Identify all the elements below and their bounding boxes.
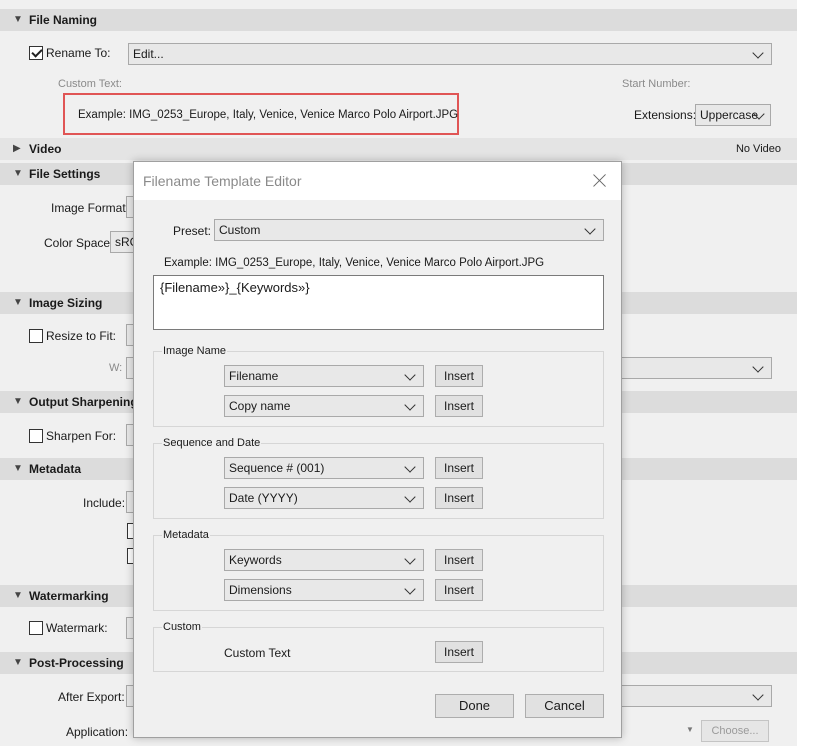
example-highlight-box: Example: IMG_0253_Europe, Italy, Venice,… (63, 93, 459, 135)
image-name-token-select[interactable]: Filename (224, 365, 424, 387)
resize-to-fit-checkbox[interactable] (29, 329, 43, 343)
insert-button[interactable]: Insert (435, 641, 483, 663)
date-token-select[interactable]: Date (YYYY) (224, 487, 424, 509)
color-space-value: sRG (115, 235, 134, 249)
sharpen-for-label: Sharpen For: (46, 429, 117, 443)
watermark-label: Watermark: (46, 621, 108, 635)
token-value: Keywords (229, 553, 282, 567)
chevron-down-icon (404, 461, 416, 473)
group-title: Sequence and Date (162, 437, 262, 449)
template-text: {Filename»}_{Keywords»} (160, 280, 310, 295)
expanded-triangle-icon: ▼ (13, 396, 23, 407)
chevron-down-icon (752, 361, 764, 373)
custom-text-label: Custom Text (224, 646, 291, 660)
video-status: No Video (735, 143, 781, 155)
chevron-down-icon (404, 399, 416, 411)
extensions-label: Extensions: (634, 108, 697, 122)
include-label: Include: (83, 496, 126, 510)
section-title: Post-Processing (29, 656, 124, 670)
choose-button[interactable]: Choose... (701, 720, 769, 742)
expanded-triangle-icon: ▼ (13, 168, 23, 179)
group-title: Image Name (162, 345, 227, 357)
token-value: Dimensions (229, 583, 292, 597)
token-value: Copy name (229, 399, 291, 413)
section-title: Metadata (29, 462, 82, 476)
sharpen-for-checkbox[interactable] (29, 429, 43, 443)
insert-button[interactable]: Insert (435, 549, 483, 571)
metadata-token-select[interactable]: Keywords (224, 549, 424, 571)
token-value: Filename (229, 369, 279, 383)
preset-label: Preset: (173, 224, 212, 238)
group-title: Metadata (162, 529, 210, 541)
custom-text-label: Custom Text: (58, 78, 122, 90)
chevron-down-icon (584, 223, 596, 235)
sequence-token-select[interactable]: Sequence # (001) (224, 457, 424, 479)
expanded-triangle-icon: ▼ (13, 463, 23, 474)
insert-button[interactable]: Insert (435, 395, 483, 417)
start-number-label: Start Number: (622, 78, 691, 90)
done-button[interactable]: Done (435, 694, 514, 718)
filename-template-editor-dialog: Filename Template Editor Preset: Custom … (133, 161, 622, 738)
color-space-select[interactable]: sRG (110, 231, 134, 253)
image-name-token-select[interactable]: Copy name (224, 395, 424, 417)
chevron-down-icon (404, 369, 416, 381)
cancel-button[interactable]: Cancel (525, 694, 604, 718)
metadata-token-select[interactable]: Dimensions (224, 579, 424, 601)
collapsed-triangle-icon: ▶ (13, 143, 21, 154)
application-label: Application: (66, 725, 129, 739)
section-title: Image Sizing (29, 296, 103, 310)
dialog-title: Filename Template Editor (143, 173, 302, 189)
rename-to-select[interactable]: Edit... (128, 43, 772, 65)
chevron-down-icon (404, 491, 416, 503)
insert-button[interactable]: Insert (435, 579, 483, 601)
after-export-select-edge[interactable] (620, 685, 772, 707)
preset-value: Custom (219, 223, 261, 237)
extensions-select[interactable]: Uppercase (695, 104, 771, 126)
insert-button[interactable]: Insert (435, 487, 483, 509)
rename-to-label: Rename To: (46, 46, 111, 60)
resolution-unit-select[interactable] (620, 357, 772, 379)
rename-to-checkbox[interactable] (29, 46, 43, 60)
section-video[interactable]: ▶ Video No Video (0, 138, 797, 160)
section-title: File Naming (29, 13, 98, 27)
group-custom (153, 627, 604, 672)
expanded-triangle-icon: ▼ (13, 590, 23, 601)
chevron-down-icon (752, 689, 764, 701)
rename-to-value: Edit... (133, 47, 164, 61)
after-export-label: After Export: (58, 690, 125, 704)
dialog-example-text: Example: IMG_0253_Europe, Italy, Venice,… (164, 257, 545, 269)
section-title: File Settings (29, 167, 101, 181)
scrollbar-track[interactable] (797, 0, 817, 746)
extensions-value: Uppercase (700, 108, 759, 122)
dropdown-arrow-icon[interactable]: ▼ (686, 725, 694, 734)
section-title: Output Sharpening (29, 395, 138, 409)
chevron-down-icon (404, 583, 416, 595)
close-icon[interactable] (589, 170, 611, 192)
token-value: Sequence # (001) (229, 461, 325, 475)
expanded-triangle-icon: ▼ (13, 297, 23, 308)
insert-button[interactable]: Insert (435, 457, 483, 479)
chevron-down-icon (752, 47, 764, 59)
dialog-titlebar[interactable]: Filename Template Editor (134, 162, 621, 200)
width-label: W: (109, 362, 123, 374)
template-text-field[interactable]: {Filename»}_{Keywords»} (153, 275, 604, 330)
token-value: Date (YYYY) (229, 491, 298, 505)
resize-to-fit-label: Resize to Fit: (46, 329, 117, 343)
preset-select[interactable]: Custom (214, 219, 604, 241)
insert-button[interactable]: Insert (435, 365, 483, 387)
section-file-naming[interactable]: ▼ File Naming (0, 9, 797, 31)
chevron-down-icon (404, 553, 416, 565)
example-text: Example: IMG_0253_Europe, Italy, Venice,… (78, 109, 459, 121)
watermark-checkbox[interactable] (29, 621, 43, 635)
expanded-triangle-icon: ▼ (13, 657, 23, 668)
section-title: Watermarking (29, 589, 109, 603)
expanded-triangle-icon: ▼ (13, 14, 23, 25)
section-title: Video (29, 142, 62, 156)
image-format-label: Image Format: (51, 201, 130, 215)
group-title: Custom (162, 621, 202, 633)
color-space-label: Color Space: (44, 236, 114, 250)
